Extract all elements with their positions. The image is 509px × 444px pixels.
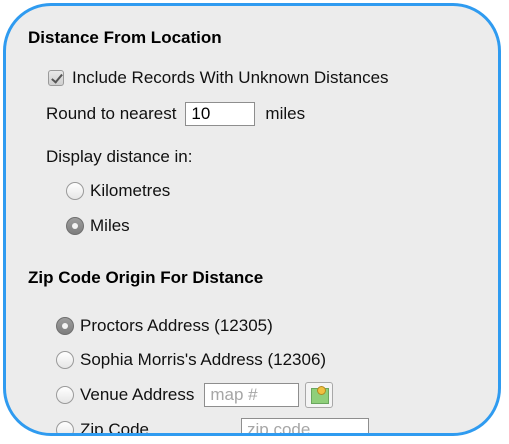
- round-input[interactable]: [185, 102, 256, 126]
- display-distance-label: Display distance in:: [46, 147, 193, 166]
- map-lookup-button[interactable]: [305, 382, 334, 408]
- round-unit: miles: [265, 104, 306, 123]
- unit-option-kilometres[interactable]: Kilometres: [66, 181, 170, 201]
- miles-radio[interactable]: [66, 217, 84, 235]
- proctors-radio[interactable]: [56, 317, 74, 335]
- kilometres-radio[interactable]: [66, 182, 84, 200]
- miles-label: Miles: [90, 216, 130, 235]
- include-unknown-row[interactable]: Include Records With Unknown Distances: [48, 68, 389, 88]
- map-number-input[interactable]: [204, 383, 300, 407]
- distance-section-title: Distance From Location: [28, 28, 222, 47]
- venue-radio[interactable]: [56, 386, 74, 404]
- include-unknown-checkbox[interactable]: [48, 70, 64, 86]
- sophia-label: Sophia Morris's Address (12306): [80, 350, 327, 369]
- proctors-label: Proctors Address (12305): [80, 316, 273, 335]
- zip-radio[interactable]: [56, 421, 74, 433]
- round-label: Round to nearest: [46, 104, 177, 123]
- include-unknown-label: Include Records With Unknown Distances: [72, 68, 389, 87]
- round-row: Round to nearest miles: [46, 102, 305, 126]
- origin-option-zip[interactable]: Zip Code: [56, 418, 369, 436]
- origin-option-proctors[interactable]: Proctors Address (12305): [56, 316, 273, 336]
- unit-option-miles[interactable]: Miles: [66, 216, 130, 236]
- settings-panel: Distance From Location Include Records W…: [3, 3, 501, 436]
- zip-code-input[interactable]: [240, 418, 369, 433]
- zip-section-title: Zip Code Origin For Distance: [28, 268, 264, 287]
- kilometres-label: Kilometres: [90, 181, 171, 200]
- origin-option-sophia[interactable]: Sophia Morris's Address (12306): [56, 350, 326, 370]
- venue-label: Venue Address: [80, 385, 195, 404]
- display-distance-row: Display distance in:: [46, 147, 192, 167]
- origin-option-venue[interactable]: Venue Address: [56, 382, 334, 408]
- sophia-radio[interactable]: [56, 351, 74, 369]
- zip-label: Zip Code: [80, 420, 149, 436]
